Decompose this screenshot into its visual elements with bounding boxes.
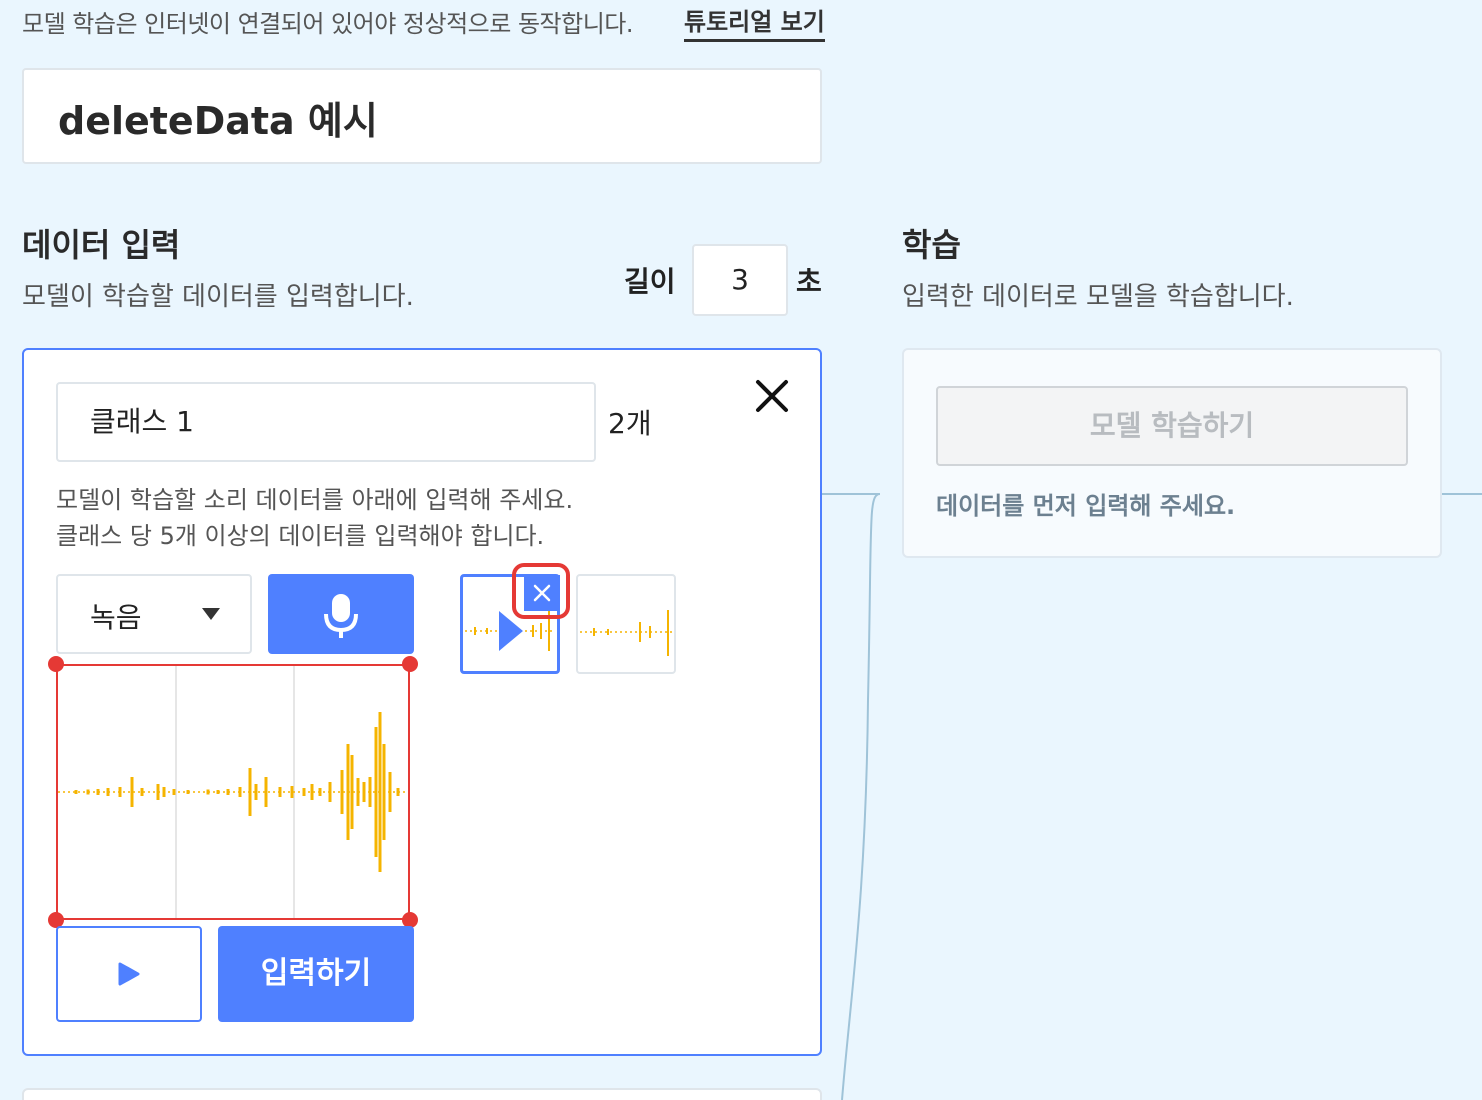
project-title-box[interactable]: deleteData 예시 — [22, 68, 822, 164]
train-model-button[interactable]: 모델 학습하기 — [936, 386, 1408, 466]
input-mode-select[interactable]: 녹음 — [56, 574, 252, 654]
instruction-line-1: 모델이 학습할 소리 데이터를 아래에 입력해 주세요. — [56, 486, 574, 514]
tutorial-link[interactable]: 튜토리얼 보기 — [684, 2, 825, 42]
trim-handle-top-right[interactable] — [402, 656, 418, 672]
class-sample-count: 2개 — [608, 407, 652, 440]
sample-waveform — [580, 610, 672, 656]
play-button[interactable] — [56, 926, 202, 1022]
waveform-editor[interactable] — [56, 664, 410, 920]
sample-thumbnail[interactable] — [576, 574, 676, 674]
class-name-input[interactable]: 클래스 1 — [56, 382, 596, 462]
microphone-icon — [324, 594, 358, 638]
input-mode-label: 녹음 — [90, 601, 142, 634]
close-icon[interactable] — [752, 376, 792, 420]
trim-handle-top-left[interactable] — [48, 656, 64, 672]
record-button[interactable] — [268, 574, 414, 654]
length-label: 길이 — [624, 265, 676, 298]
instruction-line-2: 클래스 당 5개 이상의 데이터를 입력해야 합니다. — [56, 522, 545, 550]
class-instructions: 모델이 학습할 소리 데이터를 아래에 입력해 주세요. 클래스 당 5개 이상… — [56, 482, 573, 554]
learn-section-title: 학습 — [902, 226, 961, 264]
length-unit: 초 — [796, 265, 822, 298]
length-input[interactable]: 3 — [692, 244, 788, 316]
caret-down-icon — [202, 608, 220, 620]
project-title: deleteData 예시 — [58, 99, 378, 143]
data-section-description: 모델이 학습할 데이터를 입력합니다. — [22, 282, 414, 312]
submit-data-button[interactable]: 입력하기 — [218, 926, 414, 1022]
train-hint: 데이터를 먼저 입력해 주세요. — [936, 492, 1236, 520]
play-icon — [118, 962, 140, 986]
data-section-title: 데이터 입력 — [22, 226, 181, 264]
next-class-card — [22, 1088, 822, 1100]
network-notice: 모델 학습은 인터넷이 연결되어 있어야 정상적으로 동작합니다. — [22, 10, 633, 38]
learn-section-description: 입력한 데이터로 모델을 학습합니다. — [902, 282, 1294, 312]
waveform-display — [58, 666, 408, 918]
delete-highlight-ring — [512, 563, 570, 619]
